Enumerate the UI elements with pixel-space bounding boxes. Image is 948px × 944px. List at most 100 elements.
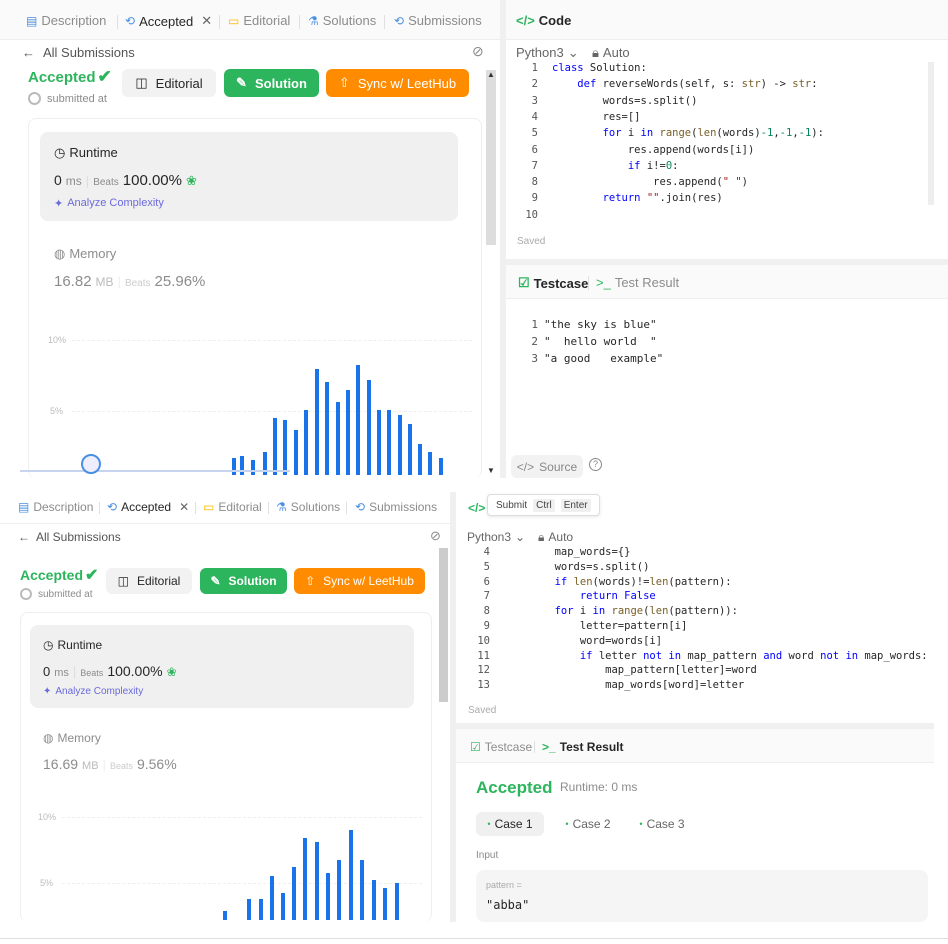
distribution-bar — [270, 876, 274, 920]
dot-icon: • — [639, 819, 643, 829]
line-number: 5 — [531, 127, 538, 140]
code-line: letter=pattern[i] — [504, 620, 688, 632]
help-icon[interactable]: ? — [589, 458, 602, 471]
source-button[interactable]: </> Source — [511, 455, 583, 478]
line-number: 1 — [531, 62, 538, 74]
code-line: class Solution: — [552, 62, 647, 74]
code-line: map_words={} — [504, 546, 631, 558]
auto-mode[interactable]: 🔒︎ Auto — [592, 45, 630, 61]
line-number: 9 — [531, 192, 538, 205]
tab-test-result[interactable]: >_ Test Result — [542, 740, 623, 754]
code-line: res.append(words[i]) — [552, 143, 755, 156]
code-line: if letter not in map_pattern and word no… — [579, 649, 928, 662]
code-line: map_pattern[letter]=word — [504, 664, 757, 677]
tab-code[interactable]: </> Code — [516, 13, 571, 28]
code-line: for i in range(len(words)-1,-1,-1): — [602, 127, 824, 140]
line-number: 6 — [531, 143, 538, 156]
code-line: if len(words)!=len(pattern): — [554, 575, 732, 588]
distribution-bar — [223, 911, 227, 920]
testcase-editor[interactable]: 1 "the sky is blue" 2 " hello world " 3 "a go… — [512, 318, 932, 378]
code-line: if i!=0: — [627, 159, 679, 172]
code-line: words=s.split() — [552, 94, 698, 107]
distribution-bar — [372, 880, 376, 920]
dot-icon: • — [565, 819, 569, 829]
result-runtime: Runtime: 0 ms — [560, 780, 638, 794]
terminal-icon: >_ — [596, 275, 611, 290]
distribution-bar — [281, 893, 285, 920]
lock-icon: 🔒︎ — [592, 45, 599, 60]
line-number: 10 — [477, 634, 490, 647]
line-number: 12 — [477, 664, 490, 677]
case-tab-3[interactable]: • Case 3 — [628, 812, 696, 836]
language-select[interactable]: Python3 ⌄ — [467, 530, 525, 544]
distribution-bar — [292, 867, 296, 920]
dot-icon: • — [487, 819, 491, 829]
chevron-down-icon: ⌄ — [515, 530, 526, 544]
tab-testcase[interactable]: ☑ Testcase — [470, 740, 532, 754]
distribution-bar — [259, 899, 263, 920]
testcase-line: 2 " hello world " — [531, 335, 657, 348]
pane-divider — [450, 492, 456, 922]
code-editor[interactable]: 4 map_words={} 5 words=s.split() 6 if len(… — [460, 546, 930, 691]
testcase-line: 1 "the sky is blue" — [531, 318, 657, 331]
terminal-icon: >_ — [542, 740, 556, 754]
saved-status: Saved — [468, 705, 497, 716]
result-status: Accepted — [476, 778, 553, 797]
code-editor[interactable]: 1 class Solution: 2 def reverseWords(self,… — [508, 62, 928, 222]
code-line: map_words[word]=letter — [504, 679, 745, 691]
code-line: return False — [579, 590, 656, 603]
case-tab-2[interactable]: • Case 2 — [554, 812, 622, 836]
line-number: 13 — [477, 679, 490, 691]
code-icon: </> — [468, 501, 486, 515]
testcase-line: 3 "a good example" — [531, 352, 664, 365]
distribution-chart — [0, 0, 450, 920]
line-number: 8 — [531, 176, 538, 189]
code-line: return "".join(res) — [602, 192, 723, 205]
scrollbar[interactable] — [928, 62, 934, 205]
line-number: 4 — [483, 546, 490, 558]
distribution-bar — [303, 838, 307, 920]
distribution-bar — [247, 899, 251, 920]
auto-mode[interactable]: 🔒︎ Auto — [538, 530, 573, 545]
checkbox-icon: ☑ — [470, 740, 481, 754]
distribution-bar — [326, 873, 330, 920]
footer-line — [0, 938, 948, 939]
lock-icon: 🔒︎ — [538, 530, 545, 544]
distribution-bar — [395, 883, 399, 920]
tab-testcase[interactable]: ☑ Testcase — [518, 275, 588, 291]
input-card — [476, 870, 928, 922]
line-number: 8 — [483, 605, 490, 618]
distribution-bar — [349, 830, 353, 920]
input-label: Input — [476, 850, 499, 861]
line-number: 9 — [483, 620, 490, 632]
line-number: 10 — [525, 208, 538, 221]
code-line: word=words[i] — [504, 634, 663, 647]
case-tab-1[interactable]: • Case 1 — [476, 812, 544, 836]
param-value: "abba" — [486, 898, 530, 912]
line-number: 6 — [483, 575, 490, 588]
code-icon: </> — [516, 459, 535, 474]
code-line: for i in range(len(pattern)): — [554, 605, 738, 618]
line-number: 4 — [531, 110, 538, 123]
tab-test-result[interactable]: >_ Test Result — [596, 275, 679, 290]
line-number: 7 — [531, 159, 538, 172]
saved-status: Saved — [517, 236, 546, 247]
code-icon: </> — [516, 13, 535, 28]
code-line: def reverseWords(self, s: str) -> str: — [577, 78, 818, 91]
submit-tooltip: Submit Ctrl Enter — [487, 494, 600, 516]
line-number: 7 — [483, 590, 490, 603]
code-line: res=[] — [552, 110, 641, 123]
line-number: 11 — [477, 649, 490, 662]
distribution-bar — [360, 860, 364, 920]
chevron-down-icon: ⌄ — [567, 45, 579, 60]
top-right-header — [506, 0, 948, 40]
pane-divider — [500, 0, 506, 478]
line-number: 2 — [531, 78, 538, 91]
distribution-bar — [337, 860, 341, 920]
distribution-bar — [383, 888, 387, 920]
line-number: 3 — [531, 94, 538, 107]
checkbox-icon: ☑ — [518, 275, 530, 290]
param-name: pattern = — [486, 880, 522, 890]
code-line: res.append(" ") — [552, 176, 748, 189]
language-select[interactable]: Python3 ⌄ — [516, 45, 579, 61]
